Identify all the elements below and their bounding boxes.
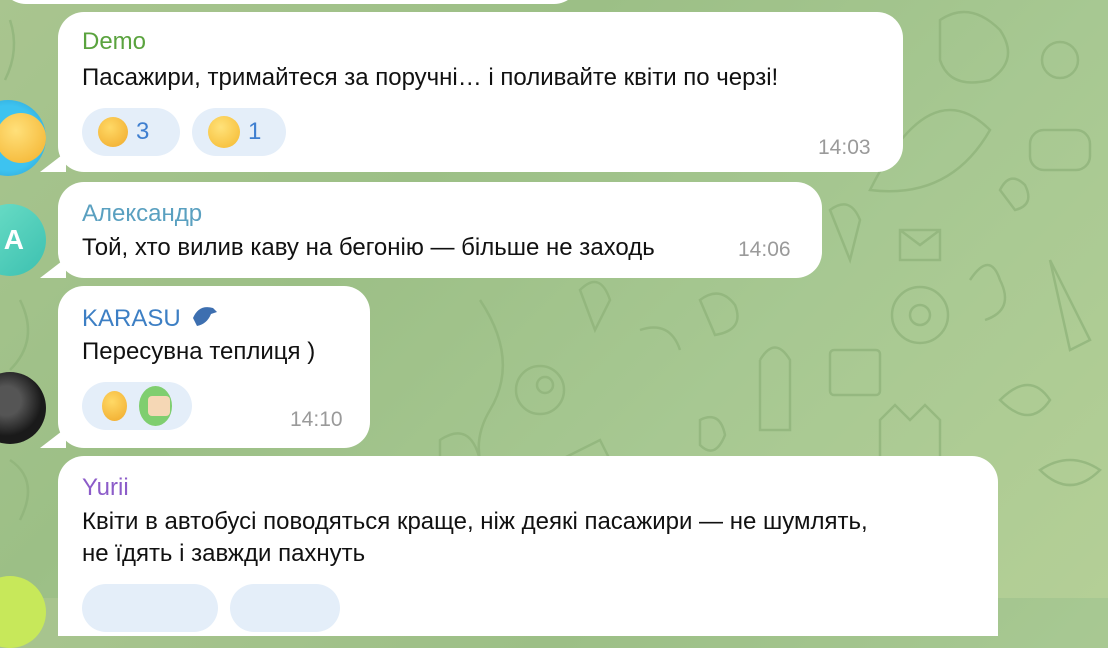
thumbs-up-icon [102,391,127,421]
message-time: 14:06 [738,238,791,261]
avatar-letter: A [3,224,24,255]
reaction-grinning-face[interactable]: 1 [192,108,286,156]
reaction-chip[interactable] [82,584,218,632]
message-time: 14:10 [290,408,343,431]
bird-badge-icon [193,307,218,326]
sender-name-text: KARASU [82,305,181,332]
sticker-avatar-icon [138,386,172,426]
message-text: Пересувна теплиця ) [82,338,316,365]
sender-name[interactable]: Александр [82,200,202,228]
avatar[interactable]: A [0,204,46,276]
avatar[interactable] [0,372,46,444]
message-bubble[interactable]: Yurii Квіти в автобусі поводяться краще,… [58,456,998,636]
thumbs-up-icon [98,117,128,147]
reaction-count: 1 [248,118,262,145]
message-text-line-2: не їдять і завжди пахнуть [82,540,366,567]
message-text: Той, хто вилив каву на бегонію — більше … [82,234,655,261]
message-text-line-1: Квіти в автобусі поводяться краще, ніж д… [82,508,868,535]
message-text: Пасажири, тримайтеся за поручні… і полив… [82,64,779,91]
previous-message-bubble [0,0,580,4]
message-bubble[interactable]: KARASU Пересувна теплиця ) 14:10 [58,286,370,448]
reaction-thumbs-up[interactable] [82,382,192,430]
grinning-face-icon [208,116,240,148]
sender-name[interactable]: KARASU [82,304,219,333]
sender-name[interactable]: Demo [82,28,146,56]
reaction-count: 3 [136,118,150,145]
sender-name[interactable]: Yurii [82,474,129,502]
message-time: 14:03 [818,136,871,159]
message-bubble[interactable]: Demo Пасажири, тримайтеся за поручні… і … [58,12,903,172]
avatar[interactable] [0,576,46,648]
laughing-face-icon [0,113,46,163]
reaction-chip[interactable] [230,584,340,632]
message-bubble[interactable]: Александр Той, хто вилив каву на бегонію… [58,182,822,278]
avatar[interactable] [0,100,46,176]
reaction-thumbs-up[interactable]: 3 [82,108,180,156]
